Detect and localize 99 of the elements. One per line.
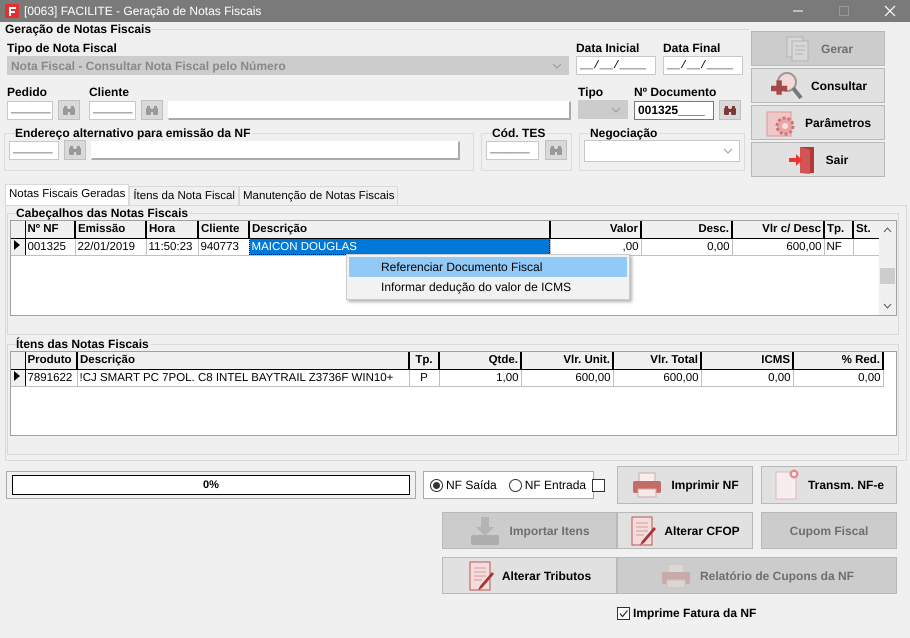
printer-icon [660,562,692,590]
field-label: Tipo [578,85,604,100]
tab[interactable]: Ítens da Nota Fiscal [129,186,239,205]
scrollbar[interactable] [879,221,896,315]
column-header[interactable]: Descrição [249,221,550,238]
menu-item[interactable]: Referenciar Documento Fiscal [349,257,627,277]
table-cell: MAICON DOUGLAS [249,238,550,255]
close-icon [884,5,896,17]
group-title: Ítens das Notas Fiscais [16,337,150,351]
radio-button[interactable] [508,478,522,492]
table-cell: 1,00 [439,369,521,386]
scroll-thumb[interactable] [880,268,895,284]
tab[interactable]: Notas Fiscais Geradas [5,184,130,205]
binoculars-icon [723,104,737,116]
radio-label: NF Saída [446,478,497,492]
column-header[interactable]: Hora [146,221,198,238]
column-header[interactable]: Vlr. Total [613,352,701,369]
checkbox-label: Imprime Fatura da NF [633,606,756,620]
input-field[interactable] [91,140,460,160]
binoculars-icon [549,144,563,156]
input-field[interactable]: 001325____ [634,100,714,120]
checkbox[interactable] [592,478,605,492]
action-button[interactable]: Consultar [751,68,885,103]
document-pen-icon [468,560,494,592]
column-header[interactable]: Nº NF [25,221,75,238]
table-cell: 11:50:23 [146,238,198,255]
field-label: Pedido [7,85,48,100]
progress-label: 0% [203,479,219,491]
maximize-icon [838,5,850,17]
table-cell: 7891622 [25,369,77,386]
binoculars-icon [68,144,82,156]
input-field[interactable] [168,100,571,120]
action-button[interactable]: Transm. NF-e [761,466,897,504]
table-cell: 600,00 [613,369,701,386]
binoculars-icon [145,104,159,116]
radio-label: NF Entrada [524,478,586,492]
field-label: Nº Documento [634,85,718,100]
column-header[interactable]: ICMS [701,352,793,369]
dropdown[interactable] [584,140,740,162]
table-cell: 22/01/2019 [75,238,146,255]
radio-button[interactable] [430,478,443,492]
app-logo-icon [5,4,19,18]
scroll-down-icon [883,303,892,309]
printer-icon [631,471,664,499]
chevron-down-icon [611,106,621,112]
field-label: Data Final [663,41,722,56]
input-field[interactable]: ______ [89,100,136,120]
column-header[interactable]: Valor [550,221,641,238]
column-header[interactable]: Tp. [409,352,439,369]
action-button[interactable]: Sair [751,142,885,177]
checkbox[interactable] [617,606,630,620]
download-tray-icon [469,514,502,546]
group-title: Negociação [590,126,658,140]
table-cell: !CJ SMART PC 7POL. C8 INTEL BAYTRAIL Z3736F WIN10+ [77,369,409,386]
chevron-down-icon [723,148,733,154]
table-cell: 0,00 [793,369,883,386]
search-button[interactable] [719,100,741,120]
document-pen-icon [630,514,656,546]
table-cell: 001325 [25,238,75,255]
column-header[interactable]: Vlr c/ Desc [732,221,824,238]
column-header[interactable]: Emissão [75,221,146,238]
column-header[interactable]: Tp. [824,221,853,238]
column-header[interactable]: Cliente [198,221,249,238]
menu-item[interactable]: Informar dedução do valor de ICMS [349,277,627,297]
table-cell: NF [824,238,853,255]
input-field[interactable]: ______ [486,140,539,160]
group-title: Geração de Notas Fiscais [5,22,152,36]
magnifier-plus-icon [768,70,803,102]
action-button[interactable]: Parâmetros [751,105,885,140]
tab[interactable]: Manutenção de Notas Fiscais [238,186,398,205]
field-label: Tipo de Nota Fiscal [7,41,118,56]
column-header[interactable]: Descrição [77,352,409,369]
input-field[interactable]: __/__/____ [576,56,656,75]
input-field[interactable]: ______ [9,140,59,160]
group-title: Endereço alternativo para emissão da NF [15,126,252,140]
table-cell: 0,00 [701,369,793,386]
column-header[interactable]: Produto [25,352,77,369]
action-button[interactable]: Alterar CFOP [617,512,753,549]
table-cell: P [409,369,439,386]
scroll-up-icon [883,227,892,233]
table-cell: 600,00 [732,238,824,255]
binoculars-icon [62,104,76,116]
input-field[interactable]: ______ [7,100,53,120]
table-cell: 0,00 [641,238,732,255]
field-label: Data Inicial [576,41,640,56]
field-label: Cliente [89,85,130,100]
column-header[interactable]: Vlr. Unit. [521,352,613,369]
column-header[interactable]: % Red. [793,352,883,369]
column-header[interactable]: Qtde. [439,352,521,369]
action-button[interactable]: Alterar Tributos [442,557,617,594]
input-field[interactable]: __/__/____ [663,56,743,75]
window-title: [0063] FACILITE - Geração de Notas Fiscais [24,4,262,18]
group-title: Cód. TES [492,126,546,140]
chevron-down-icon [552,62,562,68]
table-cell: 600,00 [521,369,613,386]
action-button[interactable]: Imprimir NF [617,466,753,504]
group-title: Cabeçalhos das Notas Fiscais [16,206,190,220]
column-header[interactable]: Desc. [641,221,732,238]
document-star-icon [774,469,800,501]
